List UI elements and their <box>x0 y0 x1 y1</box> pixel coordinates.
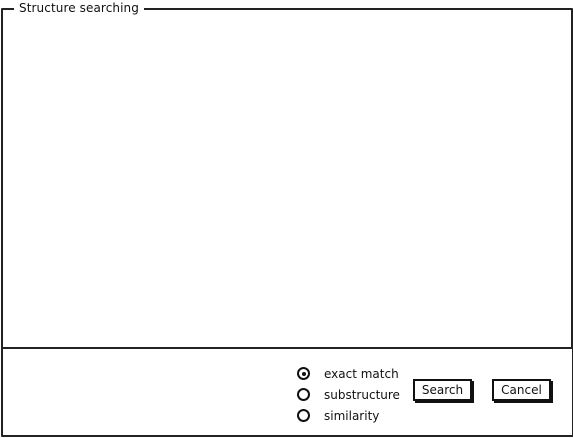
search-mode-radio-group: exact match substructure similarity <box>297 363 407 426</box>
radio-option-similarity[interactable]: similarity <box>297 405 407 426</box>
structure-drawing-area[interactable] <box>11 22 563 339</box>
panel-title: Structure searching <box>14 0 144 16</box>
search-options-footer: exact match substructure similarity Sear… <box>1 347 573 437</box>
radio-option-substructure[interactable]: substructure <box>297 384 407 405</box>
radio-unselected-icon[interactable] <box>297 409 310 422</box>
radio-label-similarity: similarity <box>324 408 380 423</box>
radio-selected-icon[interactable] <box>297 367 310 380</box>
cancel-button[interactable]: Cancel <box>492 379 551 401</box>
radio-label-substructure: substructure <box>324 387 400 402</box>
radio-label-exact-match: exact match <box>324 366 399 381</box>
structure-searching-panel: Structure searching <box>1 0 573 349</box>
radio-unselected-icon[interactable] <box>297 388 310 401</box>
radio-option-exact-match[interactable]: exact match <box>297 363 407 384</box>
search-button[interactable]: Search <box>413 379 472 401</box>
